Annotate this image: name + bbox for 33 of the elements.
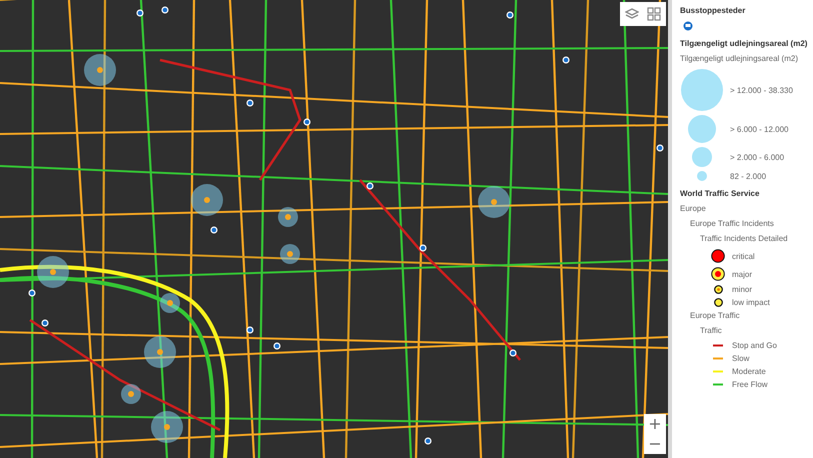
legend-label: Moderate bbox=[732, 367, 766, 376]
layer-title: Busstoppesteder bbox=[680, 6, 746, 15]
bus-stop-icon bbox=[683, 21, 693, 31]
legend-label: minor bbox=[732, 285, 752, 294]
circle-symbol-icon bbox=[681, 69, 723, 111]
legend-group-label: Traffic bbox=[700, 326, 723, 335]
legend-label: low impact bbox=[732, 298, 770, 307]
legend-label: 82 - 2.000 bbox=[730, 172, 766, 180]
legend-label: Free Flow bbox=[732, 380, 768, 389]
circle-symbol-icon bbox=[688, 115, 716, 143]
layer-title: Tilgængeligt udlejningsareal (m2) bbox=[680, 39, 808, 48]
legend-label: > 2.000 - 6.000 bbox=[730, 152, 784, 162]
legend-group-label: Europe Traffic Incidents bbox=[690, 219, 775, 228]
legend-group-label: Europe bbox=[680, 204, 707, 213]
legend-label: major bbox=[732, 270, 752, 278]
ringed-dot-icon bbox=[711, 267, 725, 281]
small-ringed-dot-icon bbox=[714, 285, 722, 294]
layer-title: World Traffic Service bbox=[680, 189, 760, 198]
layers-icon bbox=[625, 7, 639, 21]
legend-group-label: Europe Traffic bbox=[690, 311, 741, 320]
layer-subtitle: Tilgængeligt udlejningsareal (m2) bbox=[680, 54, 799, 63]
circle-symbol-icon bbox=[697, 171, 707, 181]
circle-symbol-icon bbox=[692, 147, 712, 167]
grid-icon bbox=[647, 7, 661, 21]
legend-group-label: Traffic Incidents Detailed bbox=[700, 234, 789, 243]
legend-label: Stop and Go bbox=[732, 341, 777, 350]
legend-label: critical bbox=[732, 252, 755, 260]
legend-label: > 6.000 - 12.000 bbox=[730, 124, 788, 134]
large-dot-icon bbox=[711, 249, 725, 263]
small-dot-icon bbox=[714, 298, 722, 307]
legend-label: Slow bbox=[732, 354, 750, 363]
grid-button[interactable] bbox=[644, 4, 664, 24]
legend-label: > 12.000 - 38.330 bbox=[730, 86, 793, 94]
